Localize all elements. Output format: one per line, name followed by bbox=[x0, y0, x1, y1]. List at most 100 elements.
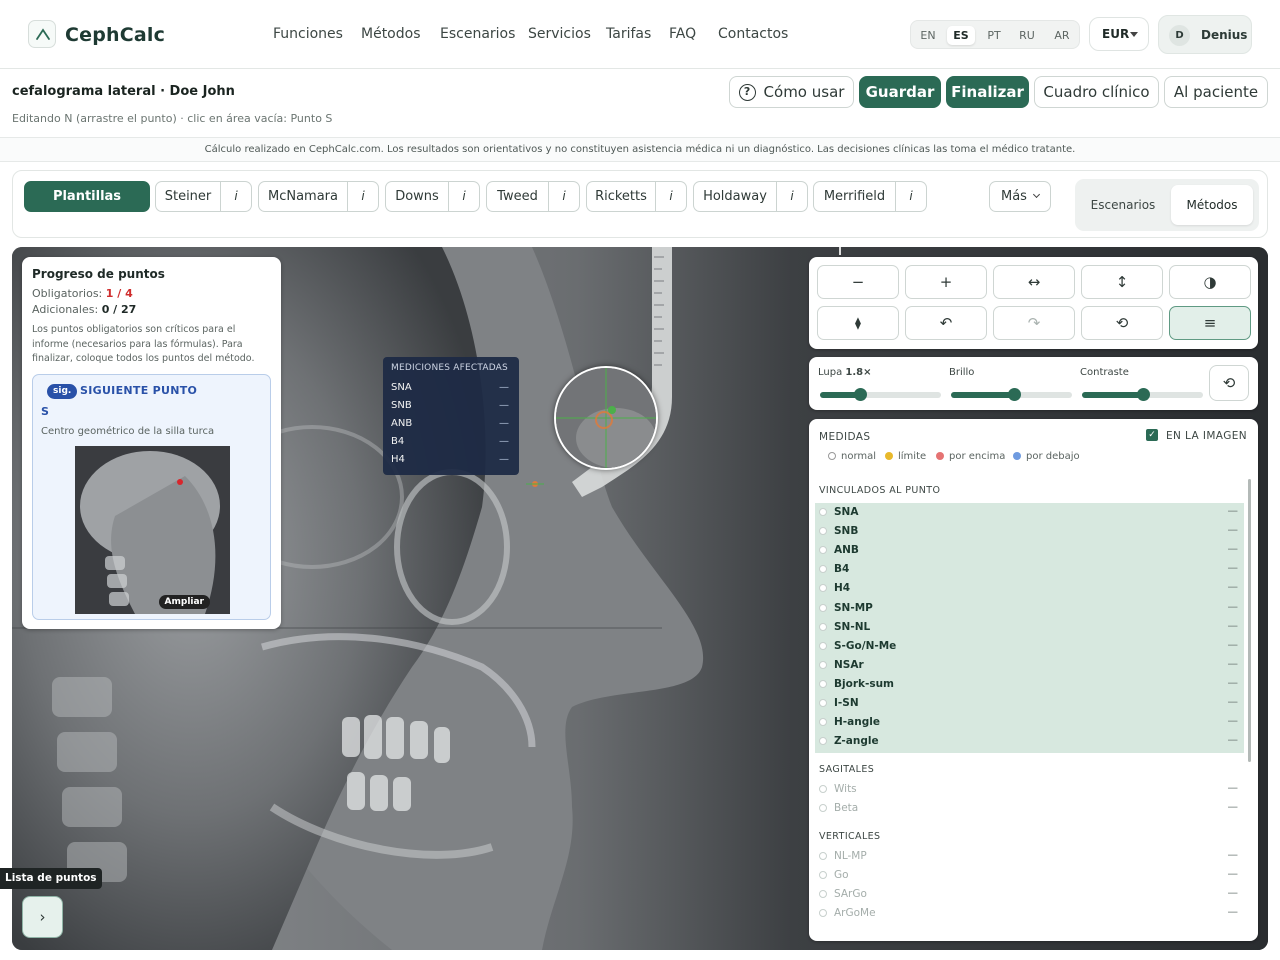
more-methods-button[interactable]: Más bbox=[989, 181, 1051, 212]
invert-contrast-button[interactable]: ◑ bbox=[1169, 265, 1251, 299]
measure-row[interactable]: Z-angle — bbox=[819, 733, 1244, 752]
nav-tarifas[interactable]: Tarifas bbox=[606, 26, 651, 42]
measure-row[interactable]: ArGoMe — bbox=[819, 905, 1244, 924]
lang-ru[interactable]: RU bbox=[1013, 26, 1041, 45]
redo-button[interactable]: ↷ bbox=[993, 306, 1075, 340]
contrast-slider[interactable] bbox=[1082, 388, 1203, 401]
flip-vertical-button[interactable]: ↕ bbox=[1081, 265, 1163, 299]
measure-row[interactable]: H-angle — bbox=[819, 714, 1244, 733]
toggle-measures-button[interactable]: ≡ bbox=[1169, 306, 1251, 340]
lang-en[interactable]: EN bbox=[914, 26, 942, 45]
radio-icon[interactable] bbox=[819, 737, 827, 746]
currency-select[interactable]: EUR bbox=[1089, 17, 1149, 51]
method-tweed[interactable]: Tweed bbox=[486, 181, 549, 212]
lang-es[interactable]: ES bbox=[947, 26, 975, 45]
checkbox-checked-icon[interactable]: ✓ bbox=[1146, 429, 1158, 441]
landmark-tool-button[interactable]: ⧫ bbox=[817, 306, 899, 340]
radio-icon[interactable] bbox=[819, 546, 827, 555]
clinical-picture-button[interactable]: Cuadro clínico bbox=[1034, 76, 1159, 108]
radio-icon[interactable] bbox=[819, 641, 827, 650]
radio-icon[interactable] bbox=[819, 527, 827, 536]
contrast-knob[interactable] bbox=[1136, 388, 1150, 401]
method-merrifield[interactable]: Merrifield bbox=[813, 181, 896, 212]
info-icon[interactable]: i bbox=[449, 181, 480, 212]
nav-funciones[interactable]: Funciones bbox=[273, 26, 343, 42]
measure-row[interactable]: Go — bbox=[819, 867, 1244, 886]
info-icon[interactable]: i bbox=[656, 181, 687, 212]
radio-icon[interactable] bbox=[819, 679, 827, 688]
save-button[interactable]: Guardar bbox=[859, 76, 941, 108]
brand-name[interactable]: CephCalc bbox=[65, 24, 165, 46]
zoom-knob[interactable] bbox=[853, 388, 867, 401]
nav-contactos[interactable]: Contactos bbox=[718, 26, 788, 42]
radio-icon[interactable] bbox=[819, 909, 827, 917]
to-patient-button[interactable]: Al paciente bbox=[1164, 76, 1268, 108]
method-downs[interactable]: Downs bbox=[385, 181, 449, 212]
method-steiner[interactable]: Steiner bbox=[155, 181, 221, 212]
logo-icon[interactable] bbox=[28, 20, 56, 48]
measure-row[interactable]: H4 — bbox=[819, 580, 1244, 599]
radio-icon[interactable] bbox=[819, 622, 827, 631]
lang-ar[interactable]: AR bbox=[1048, 26, 1076, 45]
nav-escenarios[interactable]: Escenarios bbox=[440, 26, 515, 42]
zoom-slider[interactable] bbox=[820, 388, 941, 401]
rotate-reset-button[interactable]: ⟲ bbox=[1081, 306, 1163, 340]
radio-icon[interactable] bbox=[819, 699, 827, 707]
method-holdaway[interactable]: Holdaway bbox=[693, 181, 777, 212]
radio-icon[interactable] bbox=[819, 785, 827, 793]
measure-row[interactable]: SArGo — bbox=[819, 886, 1244, 905]
radio-icon[interactable] bbox=[819, 871, 827, 879]
flip-horizontal-button[interactable]: ↔ bbox=[993, 265, 1075, 299]
nav-servicios[interactable]: Servicios bbox=[528, 26, 591, 42]
radio-icon[interactable] bbox=[819, 565, 827, 574]
radio-icon[interactable] bbox=[819, 804, 827, 812]
radio-icon[interactable] bbox=[819, 584, 827, 593]
measure-row[interactable]: SN-NL — bbox=[819, 619, 1244, 638]
measure-row[interactable]: B4 — bbox=[819, 561, 1244, 580]
info-icon[interactable]: i bbox=[348, 181, 379, 212]
on-image-label[interactable]: EN LA IMAGEN bbox=[1166, 430, 1247, 442]
measure-row[interactable]: SN-MP — bbox=[819, 600, 1244, 619]
info-icon[interactable]: i bbox=[549, 181, 580, 212]
zoom-out-button[interactable]: − bbox=[817, 265, 899, 299]
radio-icon[interactable] bbox=[819, 508, 827, 516]
nav-faq[interactable]: FAQ bbox=[669, 26, 696, 42]
lang-pt[interactable]: PT bbox=[980, 26, 1008, 45]
measure-row[interactable]: NSAr — bbox=[819, 657, 1244, 676]
radio-icon[interactable] bbox=[819, 603, 827, 612]
method-mcnamara[interactable]: McNamara bbox=[258, 181, 348, 212]
measure-row[interactable]: S-Go/N-Me — bbox=[819, 638, 1244, 657]
brightness-knob[interactable] bbox=[1007, 388, 1021, 401]
xray-viewer[interactable]: Progreso de puntos Obligatorios: 1 / 4 A… bbox=[12, 247, 1268, 950]
measure-row[interactable]: Wits — bbox=[819, 781, 1244, 800]
reset-adjustments-button[interactable]: ⟲ bbox=[1209, 365, 1249, 401]
finish-button[interactable]: Finalizar bbox=[946, 76, 1029, 108]
tab-scenarios[interactable]: Escenarios bbox=[1081, 185, 1165, 225]
measure-row[interactable]: I-SN — bbox=[819, 695, 1244, 714]
radio-icon[interactable] bbox=[819, 890, 827, 898]
enlarge-button[interactable]: Ampliar bbox=[158, 595, 210, 609]
reference-thumbnail[interactable]: Ampliar bbox=[75, 446, 230, 614]
radio-icon[interactable] bbox=[819, 718, 827, 727]
how-to-button[interactable]: ? Cómo usar bbox=[729, 76, 854, 108]
user-menu[interactable]: D Denius bbox=[1158, 15, 1252, 54]
magnifier-lens[interactable] bbox=[554, 366, 658, 470]
measures-scrollbar[interactable] bbox=[1248, 479, 1251, 762]
measure-row[interactable]: SNB — bbox=[819, 523, 1244, 542]
own-templates-button[interactable]: Plantillas propias bbox=[24, 181, 150, 233]
info-icon[interactable]: i bbox=[896, 181, 927, 212]
info-icon[interactable]: i bbox=[221, 181, 252, 212]
brightness-slider[interactable] bbox=[951, 388, 1072, 401]
points-list-toggle-button[interactable]: › bbox=[22, 896, 63, 938]
info-icon[interactable]: i bbox=[777, 181, 808, 212]
zoom-in-button[interactable]: + bbox=[905, 265, 987, 299]
nav-metodos[interactable]: Métodos bbox=[361, 26, 421, 42]
measure-row[interactable]: Bjork-sum — bbox=[819, 676, 1244, 695]
measure-row[interactable]: NL-MP — bbox=[819, 848, 1244, 867]
measure-row[interactable]: ANB — bbox=[819, 542, 1244, 561]
measure-row[interactable]: SNA — bbox=[819, 504, 1244, 523]
measure-row[interactable]: Beta — bbox=[819, 800, 1244, 819]
method-ricketts[interactable]: Ricketts bbox=[586, 181, 656, 212]
radio-icon[interactable] bbox=[819, 660, 827, 669]
radio-icon[interactable] bbox=[819, 852, 827, 860]
